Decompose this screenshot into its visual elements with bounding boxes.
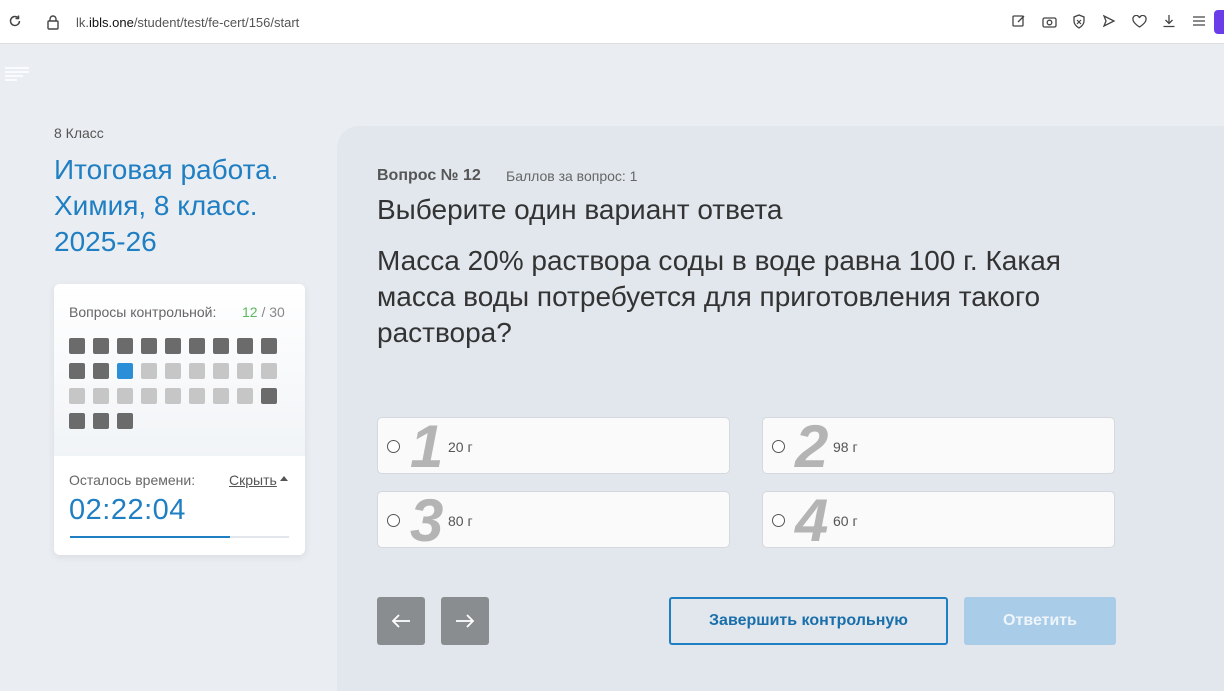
url-domain: ibls.one [89,15,134,30]
questions-card: Вопросы контрольной: 12 / 30 Осталось вр… [54,284,305,555]
question-square-20[interactable] [93,388,109,404]
time-label: Осталось времени: [69,472,196,488]
arrow-left-icon [391,614,410,628]
question-text: Масса 20% раствора соды в воде равна 100… [377,245,1061,348]
question-square-10[interactable] [69,363,85,379]
url-prefix: lk. [76,15,89,30]
option-text: 20 г [448,439,473,455]
question-square-18[interactable] [261,363,277,379]
grade-label: 8 Класс [54,125,104,141]
question-square-4[interactable] [141,338,157,354]
answer-option-2[interactable]: 2 98 г [762,413,1115,480]
question-square-16[interactable] [213,363,229,379]
option-number: 2 [795,413,829,480]
question-square-23[interactable] [165,388,181,404]
caret-up-icon[interactable] [280,476,288,481]
question-square-13[interactable] [141,363,157,379]
question-square-8[interactable] [237,338,253,354]
reload-icon[interactable] [8,14,22,28]
question-square-11[interactable] [93,363,109,379]
counter-separator: / [257,304,270,320]
answer-option-1[interactable]: 1 20 г [377,413,730,480]
question-square-27[interactable] [261,388,277,404]
question-square-17[interactable] [237,363,253,379]
question-panel: Вопрос № 12 Баллов за вопрос: 1 Выберите… [337,126,1224,691]
browser-toolbar: lk.ibls.one/student/test/fe-cert/156/sta… [0,0,1224,44]
question-square-30[interactable] [117,413,133,429]
finish-test-button[interactable]: Завершить контрольную [669,597,948,645]
question-square-25[interactable] [213,388,229,404]
radio-button[interactable] [772,514,785,527]
question-square-26[interactable] [237,388,253,404]
option-number: 3 [410,487,444,554]
heart-icon[interactable] [1130,12,1148,30]
url-path: /student/test/fe-cert/156/start [133,15,300,30]
shield-icon[interactable] [1070,12,1088,30]
question-number: Вопрос № 12 [377,167,481,184]
question-square-24[interactable] [189,388,205,404]
arrow-right-icon [456,614,475,628]
question-square-12[interactable] [117,363,133,379]
questions-panel: Вопросы контрольной: 12 / 30 [54,284,305,456]
total-questions: 30 [269,304,285,320]
question-points: Баллов за вопрос: 1 [506,168,638,184]
radio-button[interactable] [772,440,785,453]
question-square-14[interactable] [165,363,181,379]
previous-question-button[interactable] [377,597,425,645]
test-title: Итоговая работа. Химия, 8 класс. 2025-26 [54,154,279,257]
question-square-2[interactable] [93,338,109,354]
option-number: 4 [795,487,829,554]
time-progress-fill [70,536,230,538]
question-square-28[interactable] [69,413,85,429]
time-progress-bar [70,536,289,538]
download-icon[interactable] [1160,12,1178,30]
menu-icon[interactable] [1190,12,1208,30]
option-text: 98 г [833,439,858,455]
next-question-button[interactable] [441,597,489,645]
camera-icon[interactable] [1040,12,1058,30]
question-instruction: Выберите один вариант ответа [377,194,783,225]
option-text: 80 г [448,513,473,529]
hide-timer-link[interactable]: Скрыть [229,472,277,488]
question-square-21[interactable] [117,388,133,404]
question-square-7[interactable] [213,338,229,354]
lock-icon[interactable] [46,14,60,30]
question-square-29[interactable] [93,413,109,429]
question-square-19[interactable] [69,388,85,404]
question-square-6[interactable] [189,338,205,354]
radio-button[interactable] [387,514,400,527]
answer-option-4[interactable]: 4 60 г [762,487,1115,554]
address-bar[interactable]: lk.ibls.one/student/test/fe-cert/156/sta… [76,15,299,30]
questions-counter: 12 / 30 [242,304,285,320]
question-grid [69,338,284,429]
question-square-15[interactable] [189,363,205,379]
extension-icon[interactable] [1214,10,1224,34]
send-icon[interactable] [1100,12,1118,30]
submit-answer-button[interactable]: Ответить [964,597,1116,645]
option-number: 1 [410,413,444,480]
hamburger-menu-icon[interactable] [4,66,30,82]
question-square-5[interactable] [165,338,181,354]
radio-button[interactable] [387,440,400,453]
option-text: 60 г [833,513,858,529]
question-square-1[interactable] [69,338,85,354]
answer-option-3[interactable]: 3 80 г [377,487,730,554]
current-question-number: 12 [242,304,258,320]
question-square-22[interactable] [141,388,157,404]
edit-icon[interactable] [1010,12,1028,30]
question-square-3[interactable] [117,338,133,354]
question-square-9[interactable] [261,338,277,354]
timer: 02:22:04 [69,494,186,526]
questions-label: Вопросы контрольной: [69,304,217,320]
